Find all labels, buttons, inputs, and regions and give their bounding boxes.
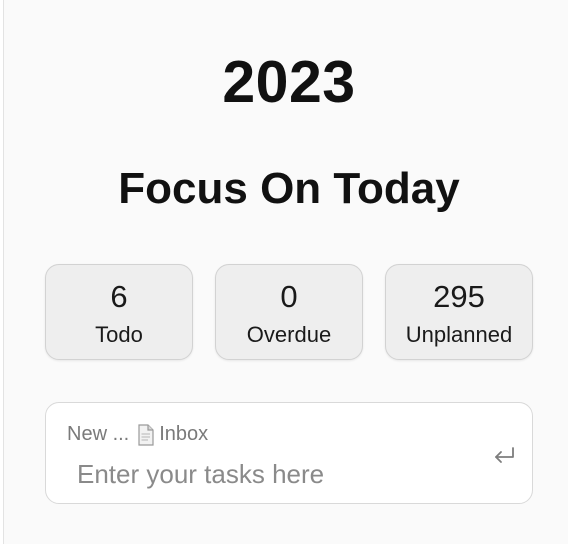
unplanned-label: Unplanned — [405, 322, 513, 347]
overdue-count: 0 — [280, 279, 298, 314]
todo-count: 6 — [110, 279, 128, 314]
target-list-label[interactable]: Inbox — [159, 423, 208, 446]
task-target-row[interactable]: New ... Inbox — [67, 423, 208, 446]
page-title: Focus On Today — [118, 164, 460, 213]
new-task-card: New ... Inbox — [45, 402, 533, 504]
focus-panel: 2023 Focus On Today 6 Todo 0 Overdue 295… — [4, 0, 568, 544]
todo-stat-card[interactable]: 6 Todo — [45, 264, 193, 360]
new-mode-label[interactable]: New ... — [67, 423, 129, 446]
task-input[interactable] — [65, 456, 477, 492]
enter-return-icon[interactable] — [491, 445, 517, 467]
overdue-stat-card[interactable]: 0 Overdue — [215, 264, 363, 360]
todo-label: Todo — [95, 322, 143, 347]
unplanned-stat-card[interactable]: 295 Unplanned — [385, 264, 533, 360]
year-heading: 2023 — [222, 49, 356, 115]
overdue-label: Overdue — [246, 322, 332, 347]
stats-row: 6 Todo 0 Overdue 295 Unplanned — [45, 264, 535, 362]
unplanned-count: 295 — [433, 279, 485, 314]
document-icon — [137, 423, 155, 446]
